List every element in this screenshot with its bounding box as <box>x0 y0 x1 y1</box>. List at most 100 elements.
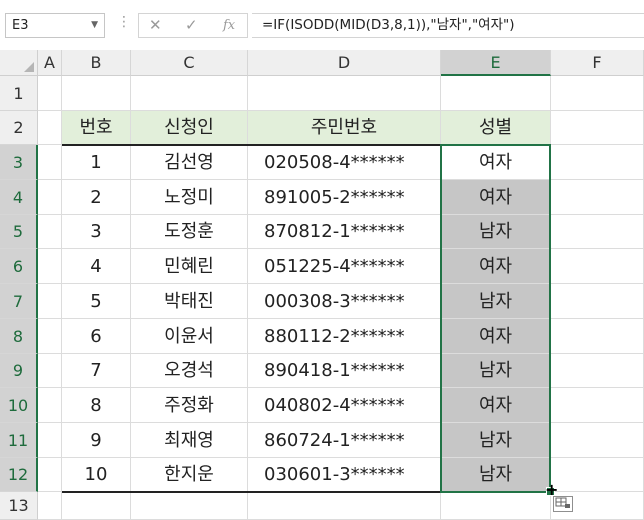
row-header-12[interactable]: 12 <box>0 458 38 492</box>
cell-F8[interactable] <box>551 319 644 354</box>
name-box-dropdown-icon[interactable]: ▼ <box>91 14 98 37</box>
header-applicant[interactable]: 신청인 <box>131 111 248 145</box>
cell-id-number[interactable]: 860724-1****** <box>248 423 441 458</box>
cell-id-number[interactable]: 030601-3****** <box>248 458 441 492</box>
cell-D1[interactable] <box>248 76 441 111</box>
column-header-F[interactable]: F <box>551 50 644 76</box>
cell-F11[interactable] <box>551 423 644 458</box>
cell-number[interactable]: 8 <box>62 388 131 423</box>
cell-id-number[interactable]: 880112-2****** <box>248 319 441 354</box>
cell-A9[interactable] <box>38 354 62 388</box>
cell-C1[interactable] <box>131 76 248 111</box>
cell-id-number[interactable]: 890418-1****** <box>248 354 441 388</box>
cell-F1[interactable] <box>551 76 644 111</box>
cell-applicant[interactable]: 김선영 <box>131 145 248 180</box>
cell-D13[interactable] <box>248 492 441 520</box>
header-number[interactable]: 번호 <box>62 111 131 145</box>
cell-number[interactable]: 1 <box>62 145 131 180</box>
cell-A13[interactable] <box>38 492 62 520</box>
insert-function-icon[interactable]: fx <box>223 18 235 33</box>
row-header-11[interactable]: 11 <box>0 423 38 458</box>
cell-F9[interactable] <box>551 354 644 388</box>
cell-F4[interactable] <box>551 180 644 215</box>
cell-gender[interactable]: 여자 <box>441 319 551 354</box>
cell-A8[interactable] <box>38 319 62 354</box>
cell-A10[interactable] <box>38 388 62 423</box>
cell-gender[interactable]: 여자 <box>441 180 551 215</box>
cell-F7[interactable] <box>551 284 644 319</box>
cell-A11[interactable] <box>38 423 62 458</box>
cell-gender[interactable]: 여자 <box>441 249 551 284</box>
cell-applicant[interactable]: 도정훈 <box>131 215 248 249</box>
row-header-9[interactable]: 9 <box>0 354 38 388</box>
cell-id-number[interactable]: 870812-1****** <box>248 215 441 249</box>
cell-id-number[interactable]: 040802-4****** <box>248 388 441 423</box>
header-gender[interactable]: 성별 <box>441 111 551 145</box>
quick-analysis-icon[interactable] <box>553 496 573 512</box>
cell-F12[interactable] <box>551 458 644 492</box>
column-header-C[interactable]: C <box>131 50 248 76</box>
cell-B13[interactable] <box>62 492 131 520</box>
row-header-10[interactable]: 10 <box>0 388 38 423</box>
cell-A1[interactable] <box>38 76 62 111</box>
cell-applicant[interactable]: 노정미 <box>131 180 248 215</box>
select-all-button[interactable] <box>0 50 38 76</box>
cell-gender[interactable]: 남자 <box>441 354 551 388</box>
row-header-8[interactable]: 8 <box>0 319 38 354</box>
cell-number[interactable]: 5 <box>62 284 131 319</box>
column-header-B[interactable]: B <box>62 50 131 76</box>
cell-applicant[interactable]: 민혜린 <box>131 249 248 284</box>
column-header-E[interactable]: E <box>441 50 551 76</box>
cell-E13[interactable] <box>441 492 551 520</box>
row-header-3[interactable]: 3 <box>0 145 38 180</box>
cell-number[interactable]: 10 <box>62 458 131 492</box>
row-header-5[interactable]: 5 <box>0 215 38 249</box>
cell-A5[interactable] <box>38 215 62 249</box>
cell-F3[interactable] <box>551 145 644 180</box>
row-header-4[interactable]: 4 <box>0 180 38 215</box>
cell-gender[interactable]: 여자 <box>441 388 551 423</box>
cell-id-number[interactable]: 000308-3****** <box>248 284 441 319</box>
cell-F10[interactable] <box>551 388 644 423</box>
row-header-2[interactable]: 2 <box>0 111 38 145</box>
cell-id-number[interactable]: 020508-4****** <box>248 145 441 180</box>
cell-number[interactable]: 2 <box>62 180 131 215</box>
cell-A12[interactable] <box>38 458 62 492</box>
cell-gender[interactable]: 남자 <box>441 284 551 319</box>
cell-gender[interactable]: 남자 <box>441 215 551 249</box>
header-id-number[interactable]: 주민번호 <box>248 111 441 145</box>
column-header-A[interactable]: A <box>38 50 62 76</box>
cell-C13[interactable] <box>131 492 248 520</box>
cell-id-number[interactable]: 891005-2****** <box>248 180 441 215</box>
formula-input[interactable]: =IF(ISODD(MID(D3,8,1)),"남자","여자") <box>252 13 644 38</box>
cell-B1[interactable] <box>62 76 131 111</box>
cell-A4[interactable] <box>38 180 62 215</box>
cell-gender[interactable]: 남자 <box>441 423 551 458</box>
cell-A3[interactable] <box>38 145 62 180</box>
cell-applicant[interactable]: 최재영 <box>131 423 248 458</box>
cell-id-number[interactable]: 051225-4****** <box>248 249 441 284</box>
enter-icon[interactable]: ✓ <box>185 16 198 34</box>
column-header-D[interactable]: D <box>248 50 441 76</box>
cell-F6[interactable] <box>551 249 644 284</box>
cell-E1[interactable] <box>441 76 551 111</box>
cell-gender[interactable]: 남자 <box>441 458 551 492</box>
cell-applicant[interactable]: 박태진 <box>131 284 248 319</box>
cell-applicant[interactable]: 주정화 <box>131 388 248 423</box>
cell-gender[interactable]: 여자 <box>441 145 551 180</box>
row-header-7[interactable]: 7 <box>0 284 38 319</box>
cell-A2[interactable] <box>38 111 62 145</box>
cancel-icon[interactable]: ✕ <box>149 16 162 34</box>
cell-applicant[interactable]: 이윤서 <box>131 319 248 354</box>
cell-number[interactable]: 6 <box>62 319 131 354</box>
cell-applicant[interactable]: 한지운 <box>131 458 248 492</box>
cell-number[interactable]: 9 <box>62 423 131 458</box>
name-box[interactable]: E3 ▼ <box>5 13 105 38</box>
row-header-13[interactable]: 13 <box>0 492 38 520</box>
cell-A7[interactable] <box>38 284 62 319</box>
cell-number[interactable]: 7 <box>62 354 131 388</box>
cell-A6[interactable] <box>38 249 62 284</box>
row-header-6[interactable]: 6 <box>0 249 38 284</box>
cell-number[interactable]: 3 <box>62 215 131 249</box>
cell-F2[interactable] <box>551 111 644 145</box>
